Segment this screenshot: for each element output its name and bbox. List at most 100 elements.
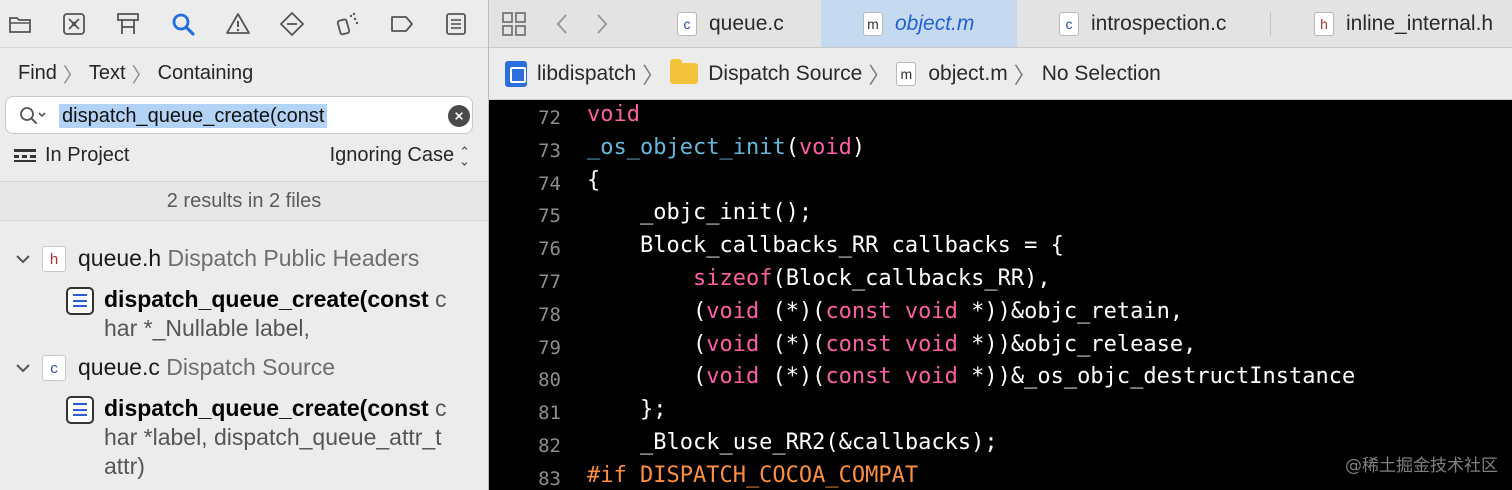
result-file-group: Dispatch Public Headers — [167, 245, 420, 271]
breakpoint-diamond-icon[interactable] — [276, 8, 308, 40]
project-icon — [505, 60, 527, 87]
source-text: sizeof(Block_callbacks_RR), — [587, 266, 1051, 291]
find-mode-find[interactable]: Find — [18, 62, 57, 85]
line-number: 74 — [538, 172, 561, 195]
c-file-icon: c — [677, 11, 697, 36]
code-area[interactable]: 72 void 73 _os_object_init(void) 74 {75 _objc… — [489, 101, 1512, 490]
c-file-icon: c — [1059, 11, 1079, 36]
code-line[interactable]: 78 (void (*)(const void *))&objc_retain, — [489, 298, 1512, 331]
case-sensitivity-popup[interactable]: Ignoring Case ⌃ ⌃ — [330, 143, 470, 168]
code-line[interactable]: 81 }; — [489, 396, 1512, 429]
clear-search-icon[interactable] — [448, 105, 470, 127]
source-control-icon[interactable] — [58, 8, 90, 40]
m-file-icon: m — [896, 61, 917, 86]
tab-queue-c[interactable]: c queue.c — [677, 0, 784, 47]
tab-introspection-c[interactable]: c introspection.c — [1059, 0, 1226, 47]
source-text: void — [587, 102, 640, 127]
result-file-row[interactable]: h queue.h Dispatch Public Headers — [0, 243, 488, 275]
code-token-kw: void — [904, 364, 958, 390]
code-token: _Block_use_RR2(&callbacks); — [587, 430, 998, 455]
back-chevron-icon[interactable] — [547, 8, 577, 40]
chevron-right-icon: 〉 — [868, 62, 891, 88]
code-line[interactable]: 72 void — [489, 101, 1512, 134]
code-token: ( — [587, 364, 707, 390]
tab-inline-internal-h[interactable]: h inline_internal.h — [1314, 0, 1493, 47]
folder-icon — [670, 59, 699, 84]
watermark: @稀土掘金技术社区 — [1345, 456, 1498, 476]
code-token: ) — [851, 134, 866, 160]
jumpbar-selection[interactable]: No Selection — [1042, 62, 1161, 86]
scope-button[interactable]: In Project — [14, 144, 129, 167]
line-number: 83 — [538, 467, 561, 490]
code-token: _objc_init(); — [587, 200, 813, 226]
code-token: ( — [587, 331, 707, 357]
line-number: 80 — [538, 369, 561, 392]
code-token-kw: void — [904, 298, 958, 324]
symbol-hierarchy-icon[interactable] — [112, 8, 144, 40]
source-text: _os_object_init(void) — [587, 135, 865, 160]
jump-bar: libdispatch 〉 Dispatch Source 〉 m object… — [489, 48, 1512, 100]
search-icon[interactable] — [167, 8, 199, 40]
jumpbar-project[interactable]: libdispatch — [505, 60, 636, 87]
result-file-name: queue.c — [78, 354, 160, 380]
warning-icon[interactable] — [222, 8, 254, 40]
find-mode-path[interactable]: Find 〉 Text 〉 Containing — [18, 60, 254, 87]
code-token: *))&_os_objc_destructInstance — [957, 364, 1356, 390]
code-token: (*)( — [759, 298, 826, 324]
find-mode-containing[interactable]: Containing — [158, 62, 254, 85]
code-token-kw: sizeof — [692, 266, 773, 291]
code-token: ( — [785, 134, 799, 160]
code-token: { — [587, 167, 601, 193]
chevron-down-icon[interactable] — [14, 360, 32, 376]
code-token: Block_callbacks_RR callbacks = { — [587, 233, 1064, 259]
m-file-icon: m — [863, 11, 883, 36]
code-line[interactable]: 79 (void (*)(const void *))&objc_release… — [489, 331, 1512, 364]
code-token: *))&objc_release, — [957, 331, 1197, 357]
code-token: }; — [587, 397, 667, 423]
code-line[interactable]: 80 (void (*)(const void *))&_os_objc_des… — [489, 363, 1512, 396]
results-summary: 2 results in 2 files — [0, 181, 488, 221]
code-token-kw: void — [706, 364, 760, 390]
line-number: 79 — [538, 336, 561, 359]
code-token-kw: void — [904, 331, 958, 357]
tag-icon[interactable] — [386, 8, 418, 40]
scope-icon — [14, 148, 36, 162]
forward-chevron-icon[interactable] — [587, 8, 617, 40]
jumpbar-file[interactable]: m object.m — [896, 61, 1008, 86]
result-file-row[interactable]: c queue.c Dispatch Source — [0, 352, 488, 384]
text-match-icon — [66, 396, 94, 424]
find-mode-text[interactable]: Text — [89, 62, 126, 85]
c-file-icon: c — [42, 355, 66, 381]
folder-icon[interactable] — [4, 8, 36, 40]
search-field[interactable]: dispatch_queue_create(const — [5, 96, 473, 134]
tab-object-m[interactable]: m object.m — [821, 0, 1017, 47]
chevron-right-icon: 〉 — [62, 64, 83, 87]
chevron-down-icon[interactable] — [14, 251, 32, 267]
report-list-icon[interactable] — [440, 8, 472, 40]
debug-spray-icon[interactable] — [331, 8, 363, 40]
code-token-kw: void — [706, 298, 760, 324]
code-line[interactable]: 74 { — [489, 167, 1512, 200]
code-token-kw: void — [706, 331, 760, 357]
chevron-right-icon: 〉 — [131, 64, 152, 87]
search-options-icon[interactable] — [18, 105, 48, 127]
code-token-kw: const — [825, 364, 892, 390]
related-items-grid-icon[interactable] — [499, 8, 529, 40]
code-line[interactable]: 75 _objc_init(); — [489, 199, 1512, 232]
code-line[interactable]: 76 Block_callbacks_RR callbacks = { — [489, 232, 1512, 265]
code-token-pp: #if DISPATCH_COCOA_COMPAT — [587, 462, 919, 488]
code-line[interactable]: 77 sizeof(Block_callbacks_RR), — [489, 265, 1512, 298]
updown-chevron-icon: ⌃ ⌃ — [459, 143, 470, 168]
code-token: (*)( — [759, 331, 826, 357]
source-text: { — [587, 168, 600, 193]
code-token: ( — [587, 298, 707, 324]
jumpbar-folder[interactable]: Dispatch Source — [670, 59, 862, 86]
source-editor: c queue.c m object.m c introspection.c h… — [489, 0, 1512, 490]
code-line[interactable]: 73 _os_object_init(void) — [489, 134, 1512, 167]
code-token-kw: const — [825, 298, 892, 324]
result-file-name: queue.h — [78, 245, 162, 271]
search-input[interactable]: dispatch_queue_create(const — [59, 104, 328, 128]
